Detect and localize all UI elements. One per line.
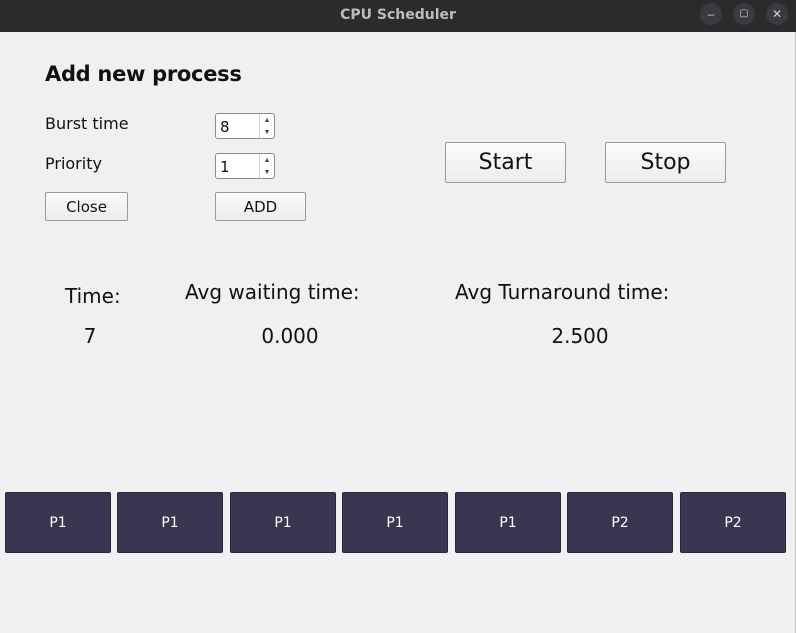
start-button[interactable]: Start (445, 142, 566, 183)
gantt-block: P1 (5, 492, 111, 553)
priority-label: Priority (45, 154, 102, 173)
priority-spinbox[interactable]: 1 ▲ ▼ (215, 153, 275, 179)
avg-waiting-time-label: Avg waiting time: (185, 280, 360, 304)
time-label: Time: (65, 284, 121, 308)
stop-button[interactable]: Stop (605, 142, 726, 183)
minimize-icon: – (707, 7, 715, 21)
spin-up-icon[interactable]: ▲ (260, 114, 274, 126)
close-window-button[interactable]: ✕ (766, 3, 788, 25)
gantt-block: P1 (117, 492, 223, 553)
time-value: 7 (83, 324, 97, 348)
maximize-icon: ▢ (739, 8, 749, 19)
burst-time-label: Burst time (45, 114, 129, 133)
gantt-block: P1 (342, 492, 448, 553)
spin-up-icon[interactable]: ▲ (260, 154, 274, 166)
gantt-block: P2 (680, 492, 786, 553)
avg-waiting-time-value: 0.000 (261, 324, 319, 348)
avg-turnaround-time-value: 2.500 (551, 324, 609, 348)
avg-turnaround-time-label: Avg Turnaround time: (455, 280, 670, 304)
close-icon: ✕ (771, 7, 783, 21)
gantt-block: P1 (230, 492, 336, 553)
burst-time-arrows[interactable]: ▲ ▼ (259, 114, 274, 138)
maximize-button[interactable]: ▢ (733, 3, 755, 25)
close-button[interactable]: Close (45, 192, 128, 221)
priority-arrows[interactable]: ▲ ▼ (259, 154, 274, 178)
main-window: Add new process Burst time 8 ▲ ▼ Priorit… (0, 32, 796, 633)
burst-time-value: 8 (220, 118, 230, 136)
window-title: CPU Scheduler (340, 7, 456, 23)
spin-down-icon[interactable]: ▼ (260, 126, 274, 138)
gantt-block: P2 (567, 492, 673, 553)
add-button[interactable]: ADD (215, 192, 306, 221)
burst-time-spinbox[interactable]: 8 ▲ ▼ (215, 113, 275, 139)
priority-value: 1 (220, 158, 230, 176)
add-process-heading: Add new process (45, 62, 242, 86)
title-bar: CPU Scheduler – ▢ ✕ (0, 0, 796, 32)
minimize-button[interactable]: – (700, 3, 722, 25)
gantt-block: P1 (455, 492, 561, 553)
spin-down-icon[interactable]: ▼ (260, 166, 274, 178)
